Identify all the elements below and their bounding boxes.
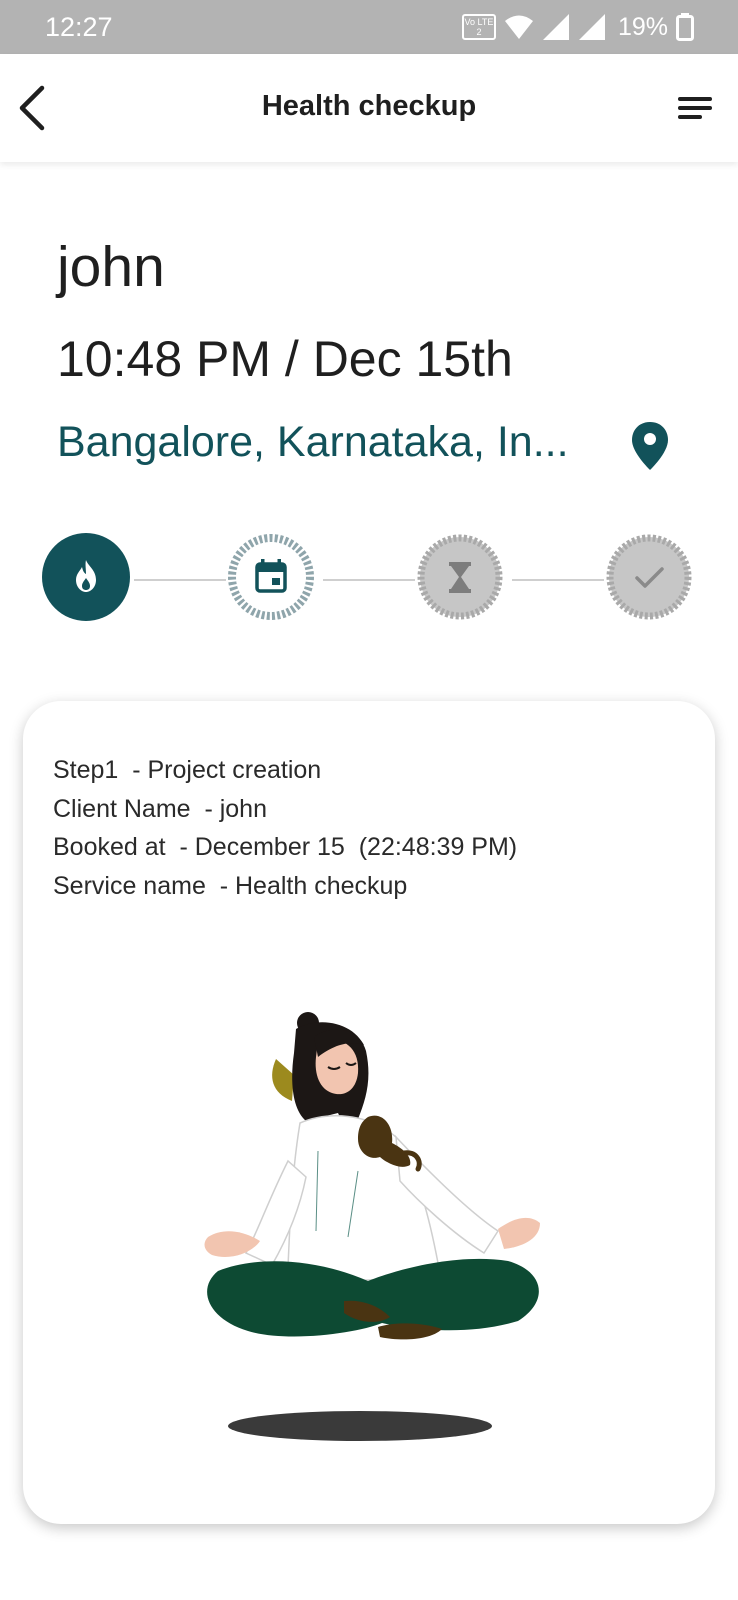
detail-service-name: Service name - Health checkup [53,871,408,900]
app-bar: Health checkup [0,54,738,162]
battery-percent: 19% [617,12,668,41]
meditation-illustration [204,1012,540,1441]
menu-icon[interactable] [674,89,718,127]
signal-icon [578,14,605,40]
status-icons: Vo LTE 2 19% [461,11,694,43]
check-icon [606,534,692,620]
page-title: Health checkup [261,90,477,122]
step-4[interactable] [605,533,693,621]
step-connector [323,579,415,581]
step-3[interactable] [416,533,504,621]
detail-step: Step1 - Project creation [53,756,322,784]
step-connector [512,579,604,581]
step-2[interactable] [227,533,315,621]
signal-icon [542,14,569,40]
progress-stepper [0,533,738,625]
volte-icon: Vo LTE 2 [461,14,496,40]
location-pin-icon[interactable] [630,420,670,472]
battery-icon [676,13,694,41]
booking-datetime: 10:48 PM / Dec 15th [57,331,513,387]
step-1[interactable] [42,533,130,621]
step-connector [134,579,226,581]
status-bar: 12:27 Vo LTE 2 19% [0,0,738,54]
wifi-icon [504,15,533,39]
calendar-icon [228,534,314,620]
hourglass-icon [417,534,503,620]
fire-icon [76,560,96,592]
project-details: Step1 - Project creation Client Name - j… [53,751,517,905]
project-details-card: Step1 - Project creation Client Name - j… [23,701,715,1524]
client-name: john [57,235,165,299]
detail-client-name: Client Name - john [53,794,267,823]
location-text: Bangalore, Karnataka, In... [57,418,569,466]
detail-booked-at: Booked at - December 15 (22:48:39 PM) [53,833,518,861]
status-time: 12:27 [45,12,113,42]
